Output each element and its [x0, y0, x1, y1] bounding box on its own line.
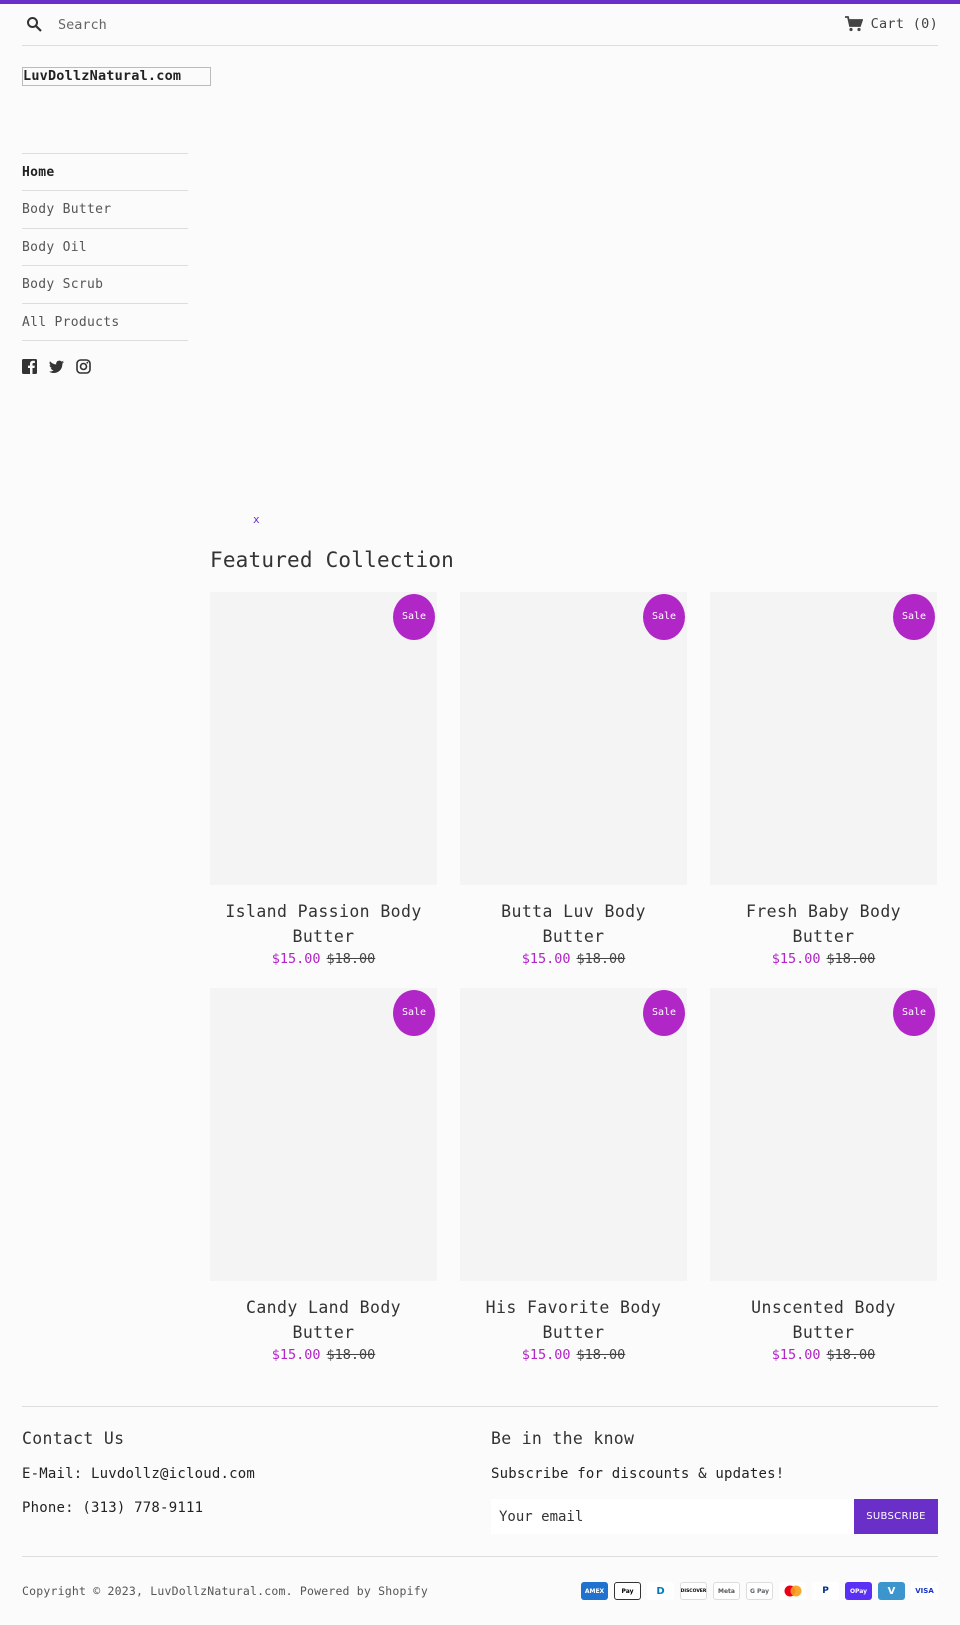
- product-price: $15.00 $18.00: [210, 951, 437, 967]
- sale-price: $15.00: [271, 951, 321, 967]
- footer-divider: [22, 1556, 938, 1557]
- featured-collection-title: Featured Collection: [210, 548, 455, 572]
- sale-price: $15.00: [771, 1347, 821, 1363]
- product-price: $15.00 $18.00: [710, 1347, 937, 1363]
- original-price: $18.00: [326, 1347, 376, 1363]
- product-image[interactable]: Sale: [210, 988, 437, 1281]
- sale-price: $15.00: [271, 1347, 321, 1363]
- product-card[interactable]: Sale Butta Luv Body Butter $15.00 $18.00: [460, 592, 687, 967]
- newsletter-email-input[interactable]: [491, 1499, 854, 1534]
- original-price: $18.00: [826, 951, 876, 967]
- product-title[interactable]: Island Passion Body Butter: [210, 899, 437, 949]
- product-card[interactable]: Sale Fresh Baby Body Butter $15.00 $18.00: [710, 592, 937, 967]
- sale-badge: Sale: [643, 594, 685, 640]
- footer-divider: [22, 1406, 938, 1407]
- social-links: [22, 359, 91, 374]
- site-header: Cart (0): [22, 4, 938, 46]
- venmo-icon: V: [878, 1582, 905, 1600]
- product-price: $15.00 $18.00: [710, 951, 937, 967]
- meta-pay-icon: Meta: [713, 1582, 740, 1600]
- newsletter-title: Be in the know: [491, 1429, 635, 1448]
- contact-email: E-Mail: Luvdollz@icloud.com: [22, 1466, 255, 1482]
- product-title[interactable]: Butta Luv Body Butter: [460, 899, 687, 949]
- sidebar-nav: Home Body Butter Body Oil Body Scrub All…: [22, 153, 188, 341]
- visa-icon: VISA: [911, 1582, 938, 1600]
- product-price: $15.00 $18.00: [460, 951, 687, 967]
- apple-pay-icon: Pay: [614, 1582, 641, 1600]
- product-image[interactable]: Sale: [460, 988, 687, 1281]
- nav-item-home[interactable]: Home: [22, 154, 188, 192]
- original-price: $18.00: [326, 951, 376, 967]
- payment-icons: AMEX Pay D DISCOVER Meta G Pay P OPay V …: [581, 1582, 938, 1600]
- product-card[interactable]: Sale Island Passion Body Butter $15.00 $1…: [210, 592, 437, 967]
- twitter-icon[interactable]: [49, 359, 64, 374]
- american-express-icon: AMEX: [581, 1582, 608, 1600]
- nav-item-all-products[interactable]: All Products: [22, 304, 188, 341]
- copyright-text: Copyright © 2023, LuvDollzNatural.com. P…: [22, 1584, 429, 1598]
- original-price: $18.00: [826, 1347, 876, 1363]
- product-card[interactable]: Sale Candy Land Body Butter $15.00 $18.00: [210, 988, 437, 1363]
- broken-image-placeholder: x: [253, 513, 260, 526]
- product-image[interactable]: Sale: [710, 592, 937, 885]
- diners-club-icon: D: [647, 1582, 674, 1600]
- newsletter-text: Subscribe for discounts & updates!: [491, 1466, 785, 1482]
- contact-title: Contact Us: [22, 1429, 125, 1448]
- site-logo[interactable]: LuvDollzNatural.com: [22, 67, 211, 86]
- google-pay-icon: G Pay: [746, 1582, 773, 1600]
- product-title[interactable]: Candy Land Body Butter: [210, 1295, 437, 1345]
- product-title[interactable]: Fresh Baby Body Butter: [710, 899, 937, 949]
- sale-badge: Sale: [893, 594, 935, 640]
- product-card[interactable]: Sale His Favorite Body Butter $15.00 $18.…: [460, 988, 687, 1363]
- nav-item-body-scrub[interactable]: Body Scrub: [22, 266, 188, 304]
- contact-phone: Phone: (313) 778-9111: [22, 1500, 204, 1516]
- sale-badge: Sale: [393, 594, 435, 640]
- product-card[interactable]: Sale Unscented Body Butter $15.00 $18.00: [710, 988, 937, 1363]
- sale-price: $15.00: [771, 951, 821, 967]
- mastercard-circles: [784, 1585, 801, 1597]
- nav-item-body-oil[interactable]: Body Oil: [22, 229, 188, 267]
- search-icon[interactable]: [26, 16, 42, 32]
- product-image[interactable]: Sale: [460, 592, 687, 885]
- discover-icon: DISCOVER: [680, 1582, 707, 1600]
- original-price: $18.00: [576, 951, 626, 967]
- product-price: $15.00 $18.00: [210, 1347, 437, 1363]
- cart-label: Cart (0): [870, 16, 938, 32]
- cart-icon: [844, 16, 863, 32]
- facebook-icon[interactable]: [22, 359, 37, 374]
- product-title[interactable]: Unscented Body Butter: [710, 1295, 937, 1345]
- product-image[interactable]: Sale: [710, 988, 937, 1281]
- search-input[interactable]: [58, 12, 358, 38]
- nav-item-body-butter[interactable]: Body Butter: [22, 191, 188, 229]
- instagram-icon[interactable]: [76, 359, 91, 374]
- sale-badge: Sale: [643, 990, 685, 1036]
- product-title[interactable]: His Favorite Body Butter: [460, 1295, 687, 1345]
- subscribe-button[interactable]: SUBSCRIBE: [854, 1499, 938, 1534]
- sale-badge: Sale: [893, 990, 935, 1036]
- product-price: $15.00 $18.00: [460, 1347, 687, 1363]
- original-price: $18.00: [576, 1347, 626, 1363]
- product-image[interactable]: Sale: [210, 592, 437, 885]
- paypal-icon: P: [812, 1582, 839, 1600]
- sale-price: $15.00: [521, 951, 571, 967]
- cart-link[interactable]: Cart (0): [844, 16, 938, 32]
- sale-price: $15.00: [521, 1347, 571, 1363]
- sale-badge: Sale: [393, 990, 435, 1036]
- mastercard-icon: [779, 1582, 806, 1600]
- shop-pay-icon: OPay: [845, 1582, 872, 1600]
